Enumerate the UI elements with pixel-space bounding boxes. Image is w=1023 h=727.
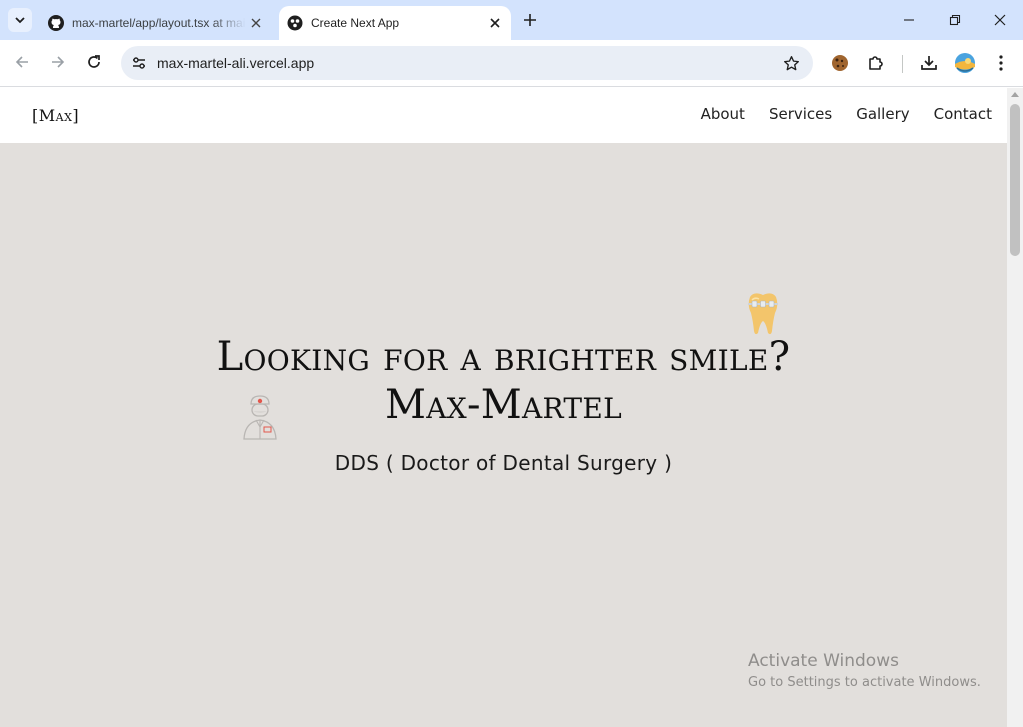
downloads-button[interactable] — [916, 50, 942, 76]
restore-icon — [949, 14, 961, 26]
headline-line-1: Looking for a brighter smile? — [216, 334, 791, 380]
browser-menu-button[interactable] — [988, 50, 1014, 76]
close-window-button[interactable] — [977, 0, 1023, 40]
reload-button[interactable] — [79, 47, 109, 77]
github-icon — [48, 15, 64, 31]
minimize-icon — [904, 19, 914, 21]
minimize-button[interactable] — [886, 0, 932, 40]
tooth-braces-icon — [748, 293, 778, 335]
tab-strip: max-martel/app/layout.tsx at main Create… — [0, 0, 1023, 40]
vercel-app-icon — [287, 15, 303, 31]
cookie-icon — [832, 55, 848, 71]
nav-link-gallery[interactable]: Gallery — [856, 105, 909, 123]
cookie-extension-button[interactable] — [827, 50, 853, 76]
tab-title: Create Next App — [311, 16, 400, 30]
avatar-icon — [955, 53, 975, 73]
more-vertical-icon — [999, 55, 1003, 71]
toolbar-divider — [902, 55, 903, 73]
nav-link-contact[interactable]: Contact — [934, 105, 992, 123]
close-tab-icon[interactable] — [485, 13, 505, 33]
arrow-right-icon — [52, 56, 65, 68]
arrow-left-icon — [15, 56, 28, 68]
hero-headline: Looking for a brighter smile? Max-Martel — [0, 333, 1007, 429]
close-icon — [994, 14, 1006, 26]
site-info-button[interactable] — [125, 49, 153, 77]
site-logo[interactable]: [Max] — [32, 106, 79, 125]
address-bar[interactable]: max-martel-ali.vercel.app — [121, 46, 813, 80]
chevron-down-icon — [15, 17, 25, 24]
restore-button[interactable] — [932, 0, 978, 40]
reload-icon — [88, 55, 100, 68]
hero-section: Looking for a brighter smile? Max-Martel… — [0, 143, 1007, 727]
watermark-title: Activate Windows — [748, 651, 899, 671]
tune-icon — [133, 57, 145, 69]
nav-link-services[interactable]: Services — [769, 105, 832, 123]
puzzle-icon — [869, 56, 883, 70]
scrollbar-thumb[interactable] — [1010, 104, 1020, 256]
tab-search-button[interactable] — [8, 8, 32, 32]
tab-create-next-app[interactable]: Create Next App — [279, 6, 511, 40]
download-icon — [921, 56, 937, 70]
back-button[interactable] — [7, 47, 37, 77]
headline-line-2: Max-Martel — [384, 382, 623, 428]
url-text[interactable]: max-martel-ali.vercel.app — [157, 55, 314, 71]
bookmark-star-icon[interactable] — [781, 53, 801, 73]
tab-github-layout[interactable]: max-martel/app/layout.tsx at main — [40, 6, 272, 40]
watermark-subtitle: Go to Settings to activate Windows. — [748, 675, 981, 690]
plus-icon — [524, 14, 536, 26]
browser-toolbar: max-martel-ali.vercel.app — [0, 40, 1023, 87]
extensions-button[interactable] — [863, 50, 889, 76]
profile-avatar[interactable] — [952, 50, 978, 76]
hero-subtitle: DDS ( Doctor of Dental Surgery ) — [334, 451, 673, 475]
nav-link-about[interactable]: About — [701, 105, 745, 123]
site-header: [Max] About Services Gallery Contact — [0, 88, 1007, 143]
page-viewport: [Max] About Services Gallery Contact Loo… — [0, 88, 1007, 727]
close-tab-icon[interactable] — [246, 13, 266, 33]
forward-button[interactable] — [43, 47, 73, 77]
page-scrollbar[interactable] — [1007, 88, 1023, 727]
tab-title: max-martel/app/layout.tsx at main — [72, 16, 246, 30]
new-tab-button[interactable] — [518, 8, 542, 32]
scroll-up-arrow-icon[interactable] — [1011, 92, 1019, 97]
site-nav: About Services Gallery Contact — [701, 105, 992, 123]
windows-activation-watermark: Activate Windows Go to Settings to activ… — [748, 651, 981, 690]
